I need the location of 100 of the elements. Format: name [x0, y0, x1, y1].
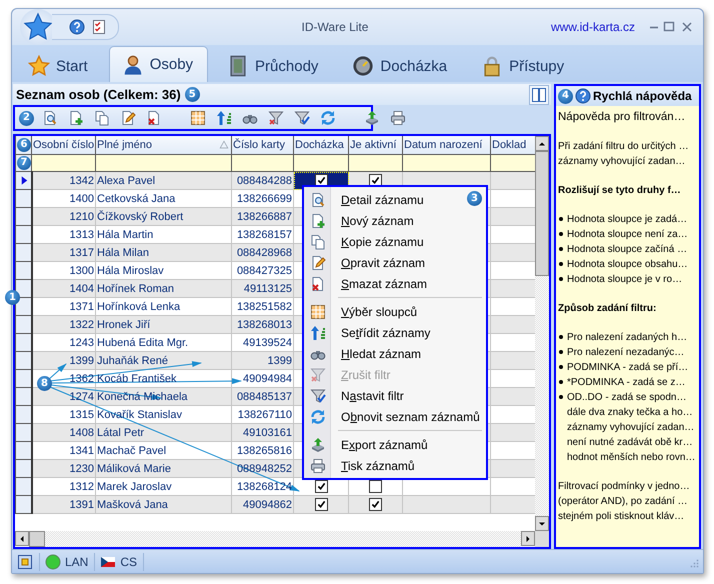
- row-selector[interactable]: [16, 388, 32, 406]
- copy-icon: [310, 234, 326, 250]
- export-icon: [310, 436, 326, 452]
- checkbox[interactable]: [314, 498, 328, 511]
- table-cell: 1210: [32, 208, 96, 226]
- table-cell: 1342: [32, 172, 96, 190]
- minimize-button[interactable]: [649, 26, 659, 28]
- menu-item[interactable]: Detail záznamu: [304, 189, 428, 210]
- row-selector[interactable]: [16, 190, 32, 208]
- help-paragraph: Filtrovací podmínky v jedno… (operátor AND), po zadání … stejném poli stisknout kláv…: [558, 480, 691, 524]
- menu-item[interactable]: Nastavit filtr: [304, 385, 408, 406]
- checklist-button[interactable]: [90, 18, 108, 36]
- list-title: Seznam osob (Celkem: 36): [16, 87, 181, 102]
- table-cell: 1317: [32, 244, 96, 262]
- tab[interactable]: Průchody: [214, 49, 334, 82]
- minimize-icon: [649, 26, 659, 28]
- columns-icon: [310, 304, 326, 320]
- tab[interactable]: Osoby: [108, 46, 208, 82]
- window-icon: [17, 554, 33, 570]
- row-selector[interactable]: [16, 262, 32, 280]
- row-selector[interactable]: [16, 370, 32, 388]
- filter-field[interactable]: [348, 154, 402, 172]
- toolbar-button[interactable]: [388, 108, 408, 128]
- menu-item[interactable]: Obnovit seznam záznamů: [304, 406, 484, 427]
- menu-item[interactable]: Výběr sloupců: [304, 301, 422, 322]
- row-selector[interactable]: [16, 460, 32, 478]
- row-selector[interactable]: [16, 226, 32, 244]
- refresh-icon: [310, 408, 326, 424]
- table-cell: Hronek Jiří: [96, 316, 232, 334]
- filter-field[interactable]: [490, 154, 535, 172]
- help-paragraph: Při zadání filtru do určitých … záznamy vyhovující zadan…: [558, 140, 690, 169]
- document-edit-icon: [310, 254, 326, 270]
- sort-icon: [310, 324, 326, 340]
- help-button[interactable]: [68, 18, 86, 36]
- checkbox[interactable]: [369, 480, 382, 493]
- bullet-icon: [559, 335, 563, 339]
- menu-item[interactable]: Hledat záznam: [304, 343, 426, 364]
- callout-badge: 4: [558, 88, 573, 104]
- toolbar-button[interactable]: [188, 108, 208, 128]
- callout-badge: 1: [5, 290, 20, 305]
- row-selector[interactable]: [16, 172, 32, 190]
- checklist-icon: [91, 19, 107, 35]
- row-selector[interactable]: [16, 208, 32, 226]
- table-cell: 088485137: [232, 388, 294, 406]
- column-header[interactable]: Je aktivní: [348, 136, 402, 154]
- filter-field[interactable]: [294, 154, 348, 172]
- bullet-icon: [559, 365, 563, 369]
- row-selector[interactable]: [16, 316, 32, 334]
- help-list-item: PODMINKA - zadá se pří…: [567, 361, 688, 375]
- scroll-thumb[interactable]: [535, 151, 549, 276]
- table-cell: 138268013: [232, 316, 294, 334]
- tab[interactable]: Přístupy: [468, 49, 580, 82]
- table-cell: 49094862: [232, 496, 294, 514]
- filter-field[interactable]: [402, 154, 490, 172]
- menu-item[interactable]: Smazat záznam: [304, 273, 432, 294]
- checkbox[interactable]: [369, 498, 382, 511]
- menu-item[interactable]: Tisk záznamů: [304, 455, 419, 476]
- scroll-thumb[interactable]: [29, 531, 45, 547]
- filter-field[interactable]: [96, 154, 232, 172]
- table-cell: 088484288: [232, 172, 294, 190]
- menu-item[interactable]: Kopie záznamu: [304, 231, 428, 252]
- column-header[interactable]: Datum narození: [402, 136, 490, 154]
- status-light-icon: [45, 554, 61, 570]
- column-header[interactable]: Doklad: [490, 136, 535, 154]
- scrollbar-corner: [535, 531, 549, 547]
- row-selector[interactable]: [16, 424, 32, 442]
- window-title: ID-Ware Lite: [300, 20, 370, 34]
- row-selector[interactable]: [16, 496, 32, 514]
- vertical-scrollbar[interactable]: [535, 136, 549, 531]
- row-selector[interactable]: [16, 244, 32, 262]
- filter-icon: [310, 388, 326, 404]
- table-cell: 1399: [32, 352, 96, 370]
- row-selector[interactable]: [16, 478, 32, 496]
- column-header[interactable]: Plné jméno: [96, 136, 232, 154]
- checkbox[interactable]: [314, 480, 328, 493]
- column-header[interactable]: Osobní číslo: [32, 136, 96, 154]
- column-header[interactable]: Číslo karty: [232, 136, 294, 154]
- menu-item[interactable]: Nový záznam: [304, 210, 418, 231]
- help-list-item: Hodnota sloupce je zadá…: [567, 213, 688, 227]
- callout-badge: 6: [17, 138, 30, 152]
- menu-item[interactable]: Export záznamů: [304, 434, 432, 455]
- menu-item[interactable]: Opravit záznam: [304, 252, 430, 273]
- table-cell: Čížkovský Robert: [96, 208, 232, 226]
- website-link[interactable]: www.id-karta.cz: [550, 20, 635, 34]
- panel-toggle-button[interactable]: [529, 84, 549, 104]
- row-selector[interactable]: [16, 442, 32, 460]
- document-delete-icon: [310, 276, 326, 292]
- row-selector[interactable]: [16, 352, 32, 370]
- filter-field[interactable]: [232, 154, 294, 172]
- column-header[interactable]: Docházka: [294, 136, 348, 154]
- help-title: Rychlá nápověda: [593, 89, 692, 103]
- menu-item[interactable]: Setřídit záznamy: [304, 322, 434, 343]
- tab[interactable]: Docházka: [339, 49, 462, 82]
- filter-icon: [294, 110, 310, 126]
- help-subheading: Rozlišují se tyto druhy f…: [558, 184, 682, 198]
- sort-ascending-icon: [218, 139, 230, 151]
- row-selector[interactable]: [16, 334, 32, 352]
- tab[interactable]: Start: [15, 49, 103, 82]
- row-selector[interactable]: [16, 406, 32, 424]
- filter-field[interactable]: [32, 154, 96, 172]
